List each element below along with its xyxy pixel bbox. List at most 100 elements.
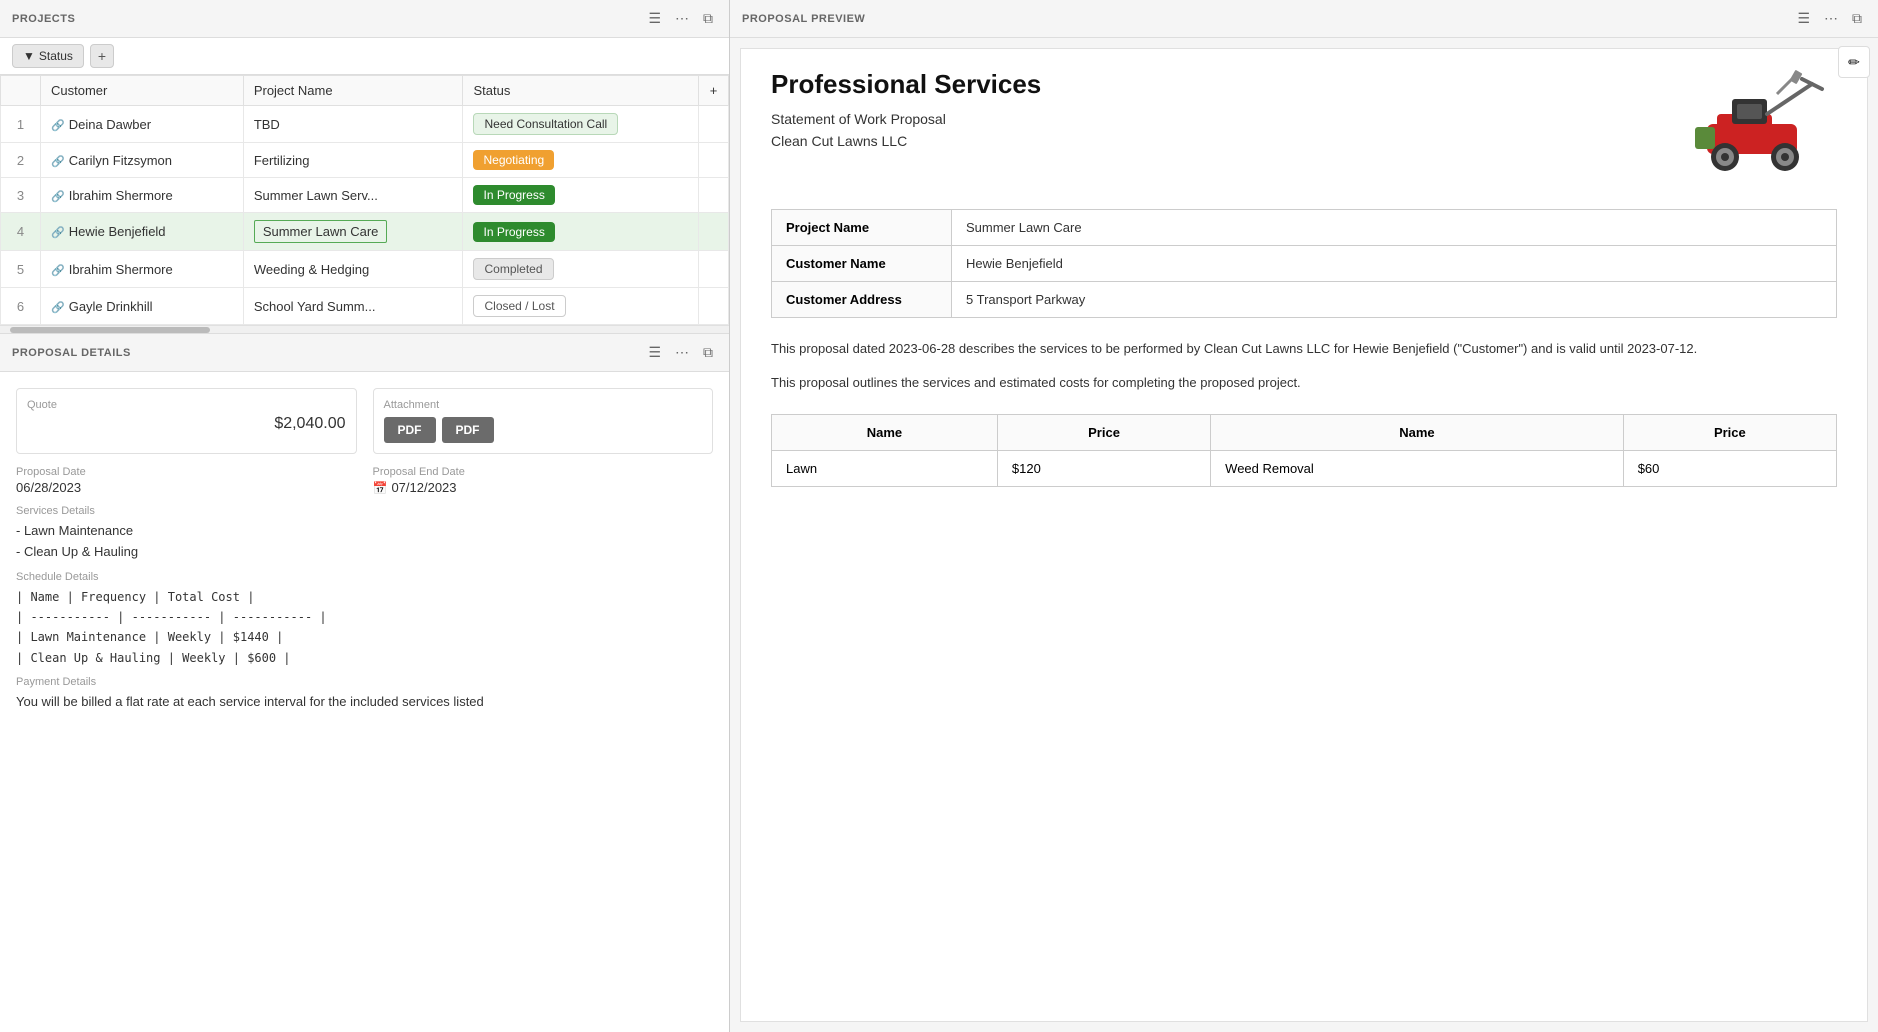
payment-details-value: You will be billed a flat rate at each s…: [16, 692, 713, 713]
row-status: Negotiating: [463, 143, 699, 178]
row-add: [699, 143, 729, 178]
pdf-button-2[interactable]: PDF: [442, 417, 494, 443]
info-table-row: Customer Address5 Transport Parkway: [772, 282, 1837, 318]
table-row[interactable]: 1 🔗Deina Dawber TBD Need Consultation Ca…: [1, 106, 729, 143]
row-add: [699, 251, 729, 288]
proposal-preview-title: PROPOSAL PREVIEW: [742, 13, 865, 25]
preview-edit-button[interactable]: ✏: [1838, 46, 1870, 78]
services-cell: $60: [1623, 451, 1836, 487]
row-project-name: Weeding & Hedging: [243, 251, 463, 288]
attachment-box: Attachment PDF PDF: [373, 388, 714, 454]
projects-scrollbar[interactable]: [0, 325, 729, 333]
schedule-details-label: Schedule Details: [16, 571, 713, 583]
proposal-date-label: Proposal Date: [16, 466, 357, 478]
schedule-table: | Name | Frequency | Total Cost | | ----…: [16, 587, 713, 669]
preview-header-actions: ☰ ⋯ ⧉: [1793, 8, 1866, 29]
row-num: 3: [1, 178, 41, 213]
row-num: 6: [1, 288, 41, 325]
table-row[interactable]: 3 🔗Ibrahim Shermore Summer Lawn Serv... …: [1, 178, 729, 213]
projects-toolbar: ▼ Status +: [0, 38, 729, 75]
lawnmower-illustration: [1677, 69, 1837, 189]
add-filter-button[interactable]: +: [90, 44, 114, 68]
preview-expand-icon[interactable]: ⧉: [1848, 8, 1866, 29]
col-num: [1, 76, 41, 106]
proposal-description: This proposal dated 2023-06-28 describes…: [771, 338, 1837, 394]
services-col-header: Price: [997, 415, 1210, 451]
projects-expand-icon[interactable]: ⧉: [699, 8, 717, 29]
preview-filter-icon[interactable]: ☰: [1793, 8, 1814, 29]
status-badge: Negotiating: [473, 150, 554, 170]
preview-title-section: Professional Services Statement of Work …: [771, 69, 1041, 153]
table-row[interactable]: 4 🔗Hewie Benjefield Summer Lawn Care In …: [1, 213, 729, 251]
projects-title: PROJECTS: [12, 13, 75, 25]
link-icon: 🔗: [51, 156, 65, 168]
attachment-label: Attachment: [384, 399, 703, 411]
table-row[interactable]: 5 🔗Ibrahim Shermore Weeding & Hedging Co…: [1, 251, 729, 288]
info-table-row: Project NameSummer Lawn Care: [772, 210, 1837, 246]
proposal-date-field: Proposal Date 06/28/2023: [16, 466, 357, 495]
schedule-row-4: | Clean Up & Hauling | Weekly | $600 |: [16, 648, 713, 668]
description-paragraph: This proposal outlines the services and …: [771, 372, 1837, 394]
preview-more-icon[interactable]: ⋯: [1820, 8, 1842, 29]
link-icon: 🔗: [51, 265, 65, 277]
row-project-name: Summer Lawn Care: [243, 213, 463, 251]
table-row[interactable]: 2 🔗Carilyn Fitzsymon Fertilizing Negotia…: [1, 143, 729, 178]
col-project-name: Project Name: [243, 76, 463, 106]
row-add: [699, 288, 729, 325]
proposal-filter-icon[interactable]: ☰: [644, 342, 665, 363]
col-customer: Customer: [41, 76, 244, 106]
row-add: [699, 213, 729, 251]
schedule-row-3: | Lawn Maintenance | Weekly | $1440 |: [16, 627, 713, 647]
status-badge: Completed: [473, 258, 553, 280]
row-project-name: Fertilizing: [243, 143, 463, 178]
description-paragraph: This proposal dated 2023-06-28 describes…: [771, 338, 1837, 360]
info-label: Customer Name: [772, 246, 952, 282]
col-add[interactable]: +: [699, 76, 729, 106]
projects-table-icon[interactable]: ☰: [644, 8, 665, 29]
info-table: Project NameSummer Lawn CareCustomer Nam…: [771, 209, 1837, 318]
info-value: Summer Lawn Care: [952, 210, 1837, 246]
payment-details-label: Payment Details: [16, 676, 713, 688]
proposal-end-date-field: Proposal End Date 📅 07/12/2023: [373, 466, 714, 495]
pdf-buttons: PDF PDF: [384, 417, 703, 443]
services-details-label: Services Details: [16, 505, 713, 517]
preview-header-section: Professional Services Statement of Work …: [771, 69, 1837, 189]
quote-value: $2,040.00: [27, 415, 346, 433]
status-badge: In Progress: [473, 222, 554, 242]
row-customer: 🔗Ibrahim Shermore: [41, 178, 244, 213]
row-status: Need Consultation Call: [463, 106, 699, 143]
services-cell: Weed Removal: [1211, 451, 1624, 487]
proposal-details-header-actions: ☰ ⋯ ⧉: [644, 342, 717, 363]
row-num: 1: [1, 106, 41, 143]
proposal-details-title: PROPOSAL DETAILS: [12, 347, 131, 359]
calendar-icon: 📅: [373, 481, 388, 495]
link-icon: 🔗: [51, 227, 65, 239]
projects-more-icon[interactable]: ⋯: [671, 8, 693, 29]
info-value: Hewie Benjefield: [952, 246, 1837, 282]
services-col-header: Name: [772, 415, 998, 451]
filter-icon: ▼: [23, 49, 35, 63]
row-customer: 🔗Carilyn Fitzsymon: [41, 143, 244, 178]
info-table-row: Customer NameHewie Benjefield: [772, 246, 1837, 282]
pdf-button-1[interactable]: PDF: [384, 417, 436, 443]
services-cell: Lawn: [772, 451, 998, 487]
row-add: [699, 178, 729, 213]
services-col-header: Price: [1623, 415, 1836, 451]
services-table: NamePriceNamePrice Lawn$120Weed Removal$…: [771, 414, 1837, 487]
services-details-value: - Lawn Maintenance - Clean Up & Hauling: [16, 521, 713, 563]
row-project-name: TBD: [243, 106, 463, 143]
row-customer: 🔗Ibrahim Shermore: [41, 251, 244, 288]
row-customer: 🔗Gayle Drinkhill: [41, 288, 244, 325]
proposal-more-icon[interactable]: ⋯: [671, 342, 693, 363]
row-customer: 🔗Hewie Benjefield: [41, 213, 244, 251]
link-icon: 🔗: [51, 120, 65, 132]
filter-status-button[interactable]: ▼ Status: [12, 44, 84, 68]
services-col-header: Name: [1211, 415, 1624, 451]
row-num: 2: [1, 143, 41, 178]
col-status: Status: [463, 76, 699, 106]
proposal-dates: Proposal Date 06/28/2023 Proposal End Da…: [16, 466, 713, 495]
row-project-name: School Yard Summ...: [243, 288, 463, 325]
table-row[interactable]: 6 🔗Gayle Drinkhill School Yard Summ... C…: [1, 288, 729, 325]
row-num: 5: [1, 251, 41, 288]
proposal-expand-icon[interactable]: ⧉: [699, 342, 717, 363]
